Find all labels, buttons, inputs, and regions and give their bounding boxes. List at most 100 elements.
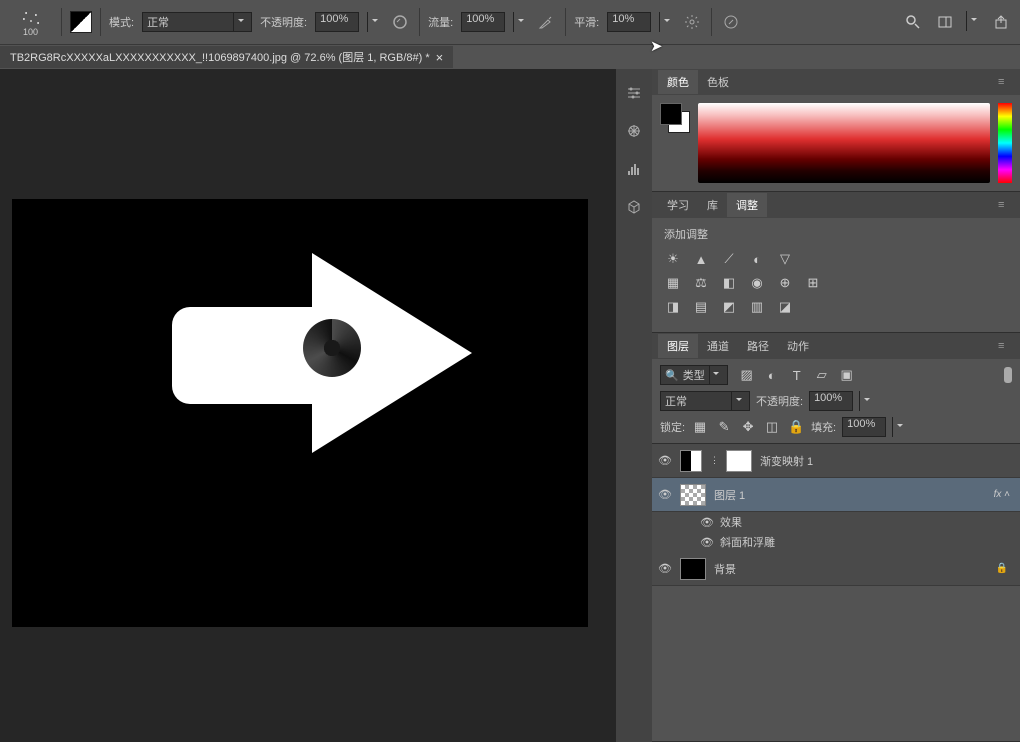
histogram-icon[interactable] <box>624 159 644 179</box>
vibrance-icon[interactable]: ▽ <box>776 250 794 268</box>
tab-learn[interactable]: 学习 <box>658 193 698 217</box>
tab-actions[interactable]: 动作 <box>778 334 818 358</box>
lock-position-icon[interactable]: ✥ <box>739 418 757 436</box>
exposure-icon[interactable]: ◐ <box>748 250 766 268</box>
mode-label: 模式: <box>109 14 134 30</box>
layer-fill-dropdown[interactable] <box>892 417 906 437</box>
opacity-label: 不透明度: <box>260 14 307 30</box>
emblem-image <box>303 319 361 377</box>
workspace-dropdown[interactable] <box>966 11 980 31</box>
cube-icon[interactable] <box>624 197 644 217</box>
smoothing-label: 平滑: <box>574 14 599 30</box>
invert-icon[interactable]: ◨ <box>664 298 682 316</box>
eye-icon[interactable]: 👁 <box>658 488 672 501</box>
layer-thumb <box>680 450 702 472</box>
brushes-icon[interactable] <box>624 121 644 141</box>
layer-fill-input[interactable]: 100% <box>842 417 886 437</box>
layer-row[interactable]: 👁 ⋮ 渐变映射 1 <box>652 444 1020 478</box>
airbrush-icon[interactable] <box>535 11 557 33</box>
channel-mixer-icon[interactable]: ⊕ <box>776 274 794 292</box>
filter-adjust-icon[interactable]: ◐ <box>763 366 781 384</box>
layer-blend-select[interactable]: 正常 <box>660 391 750 411</box>
lock-icon: 🔒 <box>996 563 1008 574</box>
threshold-icon[interactable]: ◩ <box>720 298 738 316</box>
posterize-icon[interactable]: ▤ <box>692 298 710 316</box>
fill-label: 填充: <box>811 419 836 435</box>
panel-menu-icon[interactable]: ≡ <box>998 340 1014 352</box>
hue-strip[interactable] <box>998 103 1012 183</box>
tab-paths[interactable]: 路径 <box>738 334 778 358</box>
tab-swatches[interactable]: 色板 <box>698 70 738 94</box>
smoothing-input[interactable]: 10% <box>607 12 651 32</box>
color-lookup-icon[interactable]: ⊞ <box>804 274 822 292</box>
brush-settings-icon[interactable] <box>624 83 644 103</box>
layer-opacity-label: 不透明度: <box>756 393 803 409</box>
layer-thumb <box>680 484 706 506</box>
eye-icon[interactable]: 👁 <box>658 454 672 467</box>
workspace-icon[interactable] <box>934 11 956 33</box>
panel-menu-icon[interactable]: ≡ <box>998 199 1014 211</box>
tab-library[interactable]: 库 <box>698 193 727 217</box>
curves-icon[interactable]: ⟋ <box>720 250 738 268</box>
canvas[interactable] <box>12 199 588 627</box>
tab-adjustments[interactable]: 调整 <box>727 193 767 217</box>
link-icon: ⋮ <box>710 455 718 466</box>
opacity-input[interactable]: 100% <box>315 12 359 32</box>
filter-toggle[interactable] <box>1004 367 1012 383</box>
mask-thumb <box>726 450 752 472</box>
pressure-size-icon[interactable] <box>720 11 742 33</box>
color-ramp[interactable] <box>698 103 990 183</box>
fx-badge[interactable]: fx ˄ <box>994 489 1010 500</box>
flow-dropdown[interactable] <box>513 12 527 32</box>
flow-input[interactable]: 100% <box>461 12 505 32</box>
close-icon[interactable]: × <box>436 50 444 65</box>
layer-filter-type[interactable]: 🔍类型 <box>660 365 728 385</box>
add-adjustment-label: 添加调整 <box>664 226 1020 242</box>
layer-thumb <box>680 558 706 580</box>
selective-color-icon[interactable]: ◪ <box>776 298 794 316</box>
hue-sat-icon[interactable]: ▦ <box>664 274 682 292</box>
levels-icon[interactable]: ▲ <box>692 250 710 268</box>
panel-menu-icon[interactable]: ≡ <box>998 76 1014 88</box>
fx-item-bevel[interactable]: 👁斜面和浮雕 <box>652 532 1020 552</box>
lock-label: 锁定: <box>660 419 685 435</box>
flow-label: 流量: <box>428 14 453 30</box>
pressure-opacity-icon[interactable] <box>389 11 411 33</box>
tab-layers[interactable]: 图层 <box>658 334 698 358</box>
bw-icon[interactable]: ◧ <box>720 274 738 292</box>
blend-mode-select[interactable]: 正常 <box>142 12 252 32</box>
search-icon[interactable] <box>902 11 924 33</box>
color-swatch-button[interactable] <box>70 11 92 33</box>
tab-color[interactable]: 颜色 <box>658 70 698 94</box>
lock-image-icon[interactable]: ✎ <box>715 418 733 436</box>
lock-transparent-icon[interactable]: ▦ <box>691 418 709 436</box>
fg-bg-swatch[interactable] <box>660 103 690 133</box>
photo-filter-icon[interactable]: ◉ <box>748 274 766 292</box>
brightness-contrast-icon[interactable]: ☀ <box>664 250 682 268</box>
filter-type-icon[interactable]: T <box>788 366 806 384</box>
brush-preset[interactable]: 100 <box>8 3 53 41</box>
lock-artboard-icon[interactable]: ◫ <box>763 418 781 436</box>
layer-row[interactable]: 👁 图层 1 fx ˄ <box>652 478 1020 512</box>
fx-parent[interactable]: 👁效果 <box>652 512 1020 532</box>
share-icon[interactable] <box>990 11 1012 33</box>
gradient-map-icon[interactable]: ▥ <box>748 298 766 316</box>
filter-image-icon[interactable]: ▨ <box>738 366 756 384</box>
layer-name: 背景 <box>714 561 736 577</box>
layer-row[interactable]: 👁 背景 🔒 <box>652 552 1020 586</box>
filter-shape-icon[interactable]: ▱ <box>813 366 831 384</box>
smoothing-dropdown[interactable] <box>659 12 673 32</box>
layer-opacity-dropdown[interactable] <box>859 391 873 411</box>
filter-smart-icon[interactable]: ▣ <box>838 366 856 384</box>
opacity-dropdown[interactable] <box>367 12 381 32</box>
layer-opacity-input[interactable]: 100% <box>809 391 853 411</box>
layer-name: 图层 1 <box>714 487 745 503</box>
document-tab[interactable]: TB2RG8RcXXXXXaLXXXXXXXXXXX_!!1069897400.… <box>0 46 453 68</box>
color-balance-icon[interactable]: ⚖ <box>692 274 710 292</box>
tab-channels[interactable]: 通道 <box>698 334 738 358</box>
eye-icon[interactable]: 👁 <box>658 562 672 575</box>
arrow-shape <box>172 253 479 453</box>
layer-name: 渐变映射 1 <box>760 453 813 469</box>
lock-all-icon[interactable]: 🔒 <box>787 418 805 436</box>
gear-icon[interactable] <box>681 11 703 33</box>
